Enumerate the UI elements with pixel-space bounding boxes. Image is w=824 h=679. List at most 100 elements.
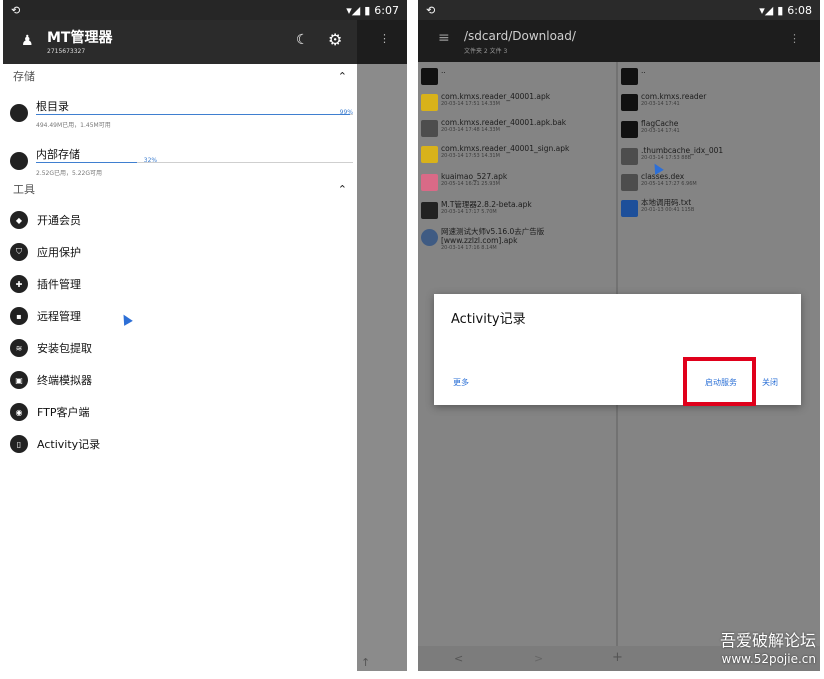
current-path: /sdcard/Download/ [464, 29, 576, 43]
storage-name: 根目录 [36, 100, 69, 113]
app-subtitle: 2715673327 [47, 48, 86, 55]
wifi-signal-icon: ▾◢ [759, 3, 774, 17]
file-item[interactable]: com.kmxs.reader 20-03-14 17:41 [621, 92, 706, 118]
file-item[interactable]: 本地调用码.txt 20-01-13 00:41 115B [621, 198, 694, 224]
file-item[interactable]: M.T管理器2.8.2-beta.apk 20-03-14 17:17 5.70… [421, 200, 532, 226]
tool-item-activity[interactable]: ▯ Activity记录 [3, 428, 357, 460]
storage-detail: 2.52G已用，5.22G可用 [36, 170, 103, 177]
section-storage[interactable]: 存储 ⌃ [3, 64, 357, 88]
file-meta: 20-03-14 17:16 8.14M [441, 245, 497, 251]
file-meta: 20-01-13 00:41 115B [641, 207, 695, 213]
tool-label: 终端模拟器 [37, 374, 92, 387]
mt-app-icon [421, 202, 438, 219]
folder-icon [621, 94, 638, 111]
wifi-icon: ◉ [10, 403, 28, 421]
file-name: kuaimao_527.apk [441, 172, 508, 181]
phone-icon: ▯ [10, 435, 28, 453]
scrim-toolbar: ⋮ [357, 20, 407, 64]
file-item[interactable]: 网速测试大师v5.16.0去广告版[www.zzlzl.com].apk 20-… [421, 227, 571, 261]
file-icon [621, 174, 638, 191]
storage-usage-bar: 99% [36, 109, 353, 116]
file-toolbar: ≡ /sdcard/Download/ 文件夹 2 文件 3 ⋮ [418, 20, 820, 62]
tool-item-plugins[interactable]: ✚ 插件管理 [3, 268, 357, 300]
file-meta: 20-03-14 17:53 88B [641, 155, 692, 161]
left-screen: ⟲ ▾◢ ▮ 6:07 ♟ MT管理器 2715673327 ☾ ⚙ ⋮ 存储 … [3, 0, 407, 671]
drawer-scrim[interactable]: ↑ [357, 64, 407, 671]
tool-label: FTP客户端 [37, 406, 90, 419]
apk-app-icon [421, 94, 438, 111]
file-item[interactable]: kuaimao_527.apk 20-05-14 16:21 25.93M [421, 172, 507, 198]
shield-icon: ⛉ [10, 243, 28, 261]
file-name: com.kmxs.reader_40001.apk [441, 92, 551, 101]
section-tools[interactable]: 工具 ⌃ [3, 177, 357, 201]
tool-item-apk-extract[interactable]: ≋ 安装包提取 [3, 332, 357, 364]
tool-item-remote[interactable]: ▪ 远程管理 [3, 300, 357, 332]
file-meta: 20-03-14 17:48 14.33M [441, 127, 500, 133]
drawer-header: ♟ MT管理器 2715673327 ☾ ⚙ [3, 20, 407, 64]
file-name: .thumbcache_idx_001 [641, 146, 724, 155]
apk-app-icon [421, 146, 438, 163]
file-item[interactable]: flagCache 20-03-14 17:41 [621, 119, 680, 145]
navigation-drawer: 存储 ⌃ 根目录 99% 494.49M已用，1.45M可用 内部存储 32% … [3, 64, 357, 671]
menu-icon[interactable]: ≡ [438, 30, 450, 46]
android-icon: ♟ [21, 33, 34, 49]
dialog-close-button[interactable]: 关闭 [762, 377, 778, 388]
file-meta: 20-03-14 17:17 5.70M [441, 209, 497, 215]
speedtest-app-icon [421, 229, 438, 246]
file-item[interactable]: com.kmxs.reader_40001_sign.apk 20-03-14 … [421, 144, 569, 170]
diamond-icon: ◆ [10, 211, 28, 229]
file-item[interactable]: .. [621, 66, 646, 92]
lock-storage-icon [10, 152, 28, 170]
storage-name: 内部存储 [36, 148, 80, 161]
tool-item-terminal[interactable]: ▣ 终端模拟器 [3, 364, 357, 396]
storage-item-root[interactable]: 根目录 99% 494.49M已用，1.45M可用 [3, 98, 357, 138]
status-time: 6:08 [787, 3, 812, 17]
overflow-menu-icon[interactable]: ⋮ [789, 32, 800, 45]
status-bar: ⟲ ▾◢ ▮ 6:08 [418, 0, 820, 20]
file-icon [421, 120, 438, 137]
section-tools-label: 工具 [13, 183, 35, 196]
add-icon[interactable]: + [612, 650, 623, 665]
tool-label: 插件管理 [37, 278, 81, 291]
tool-label: 远程管理 [37, 310, 81, 323]
file-meta: 20-05-14 16:21 25.93M [441, 181, 500, 187]
layers-icon: ≋ [10, 339, 28, 357]
tool-label: 安装包提取 [37, 342, 92, 355]
forward-arrow-icon[interactable]: > [534, 652, 543, 665]
night-mode-icon[interactable]: ☾ [296, 32, 309, 48]
file-meta: 20-03-14 17:41 [641, 101, 680, 107]
file-meta: 20-05-14 17:27 6.96M [641, 181, 697, 187]
file-name: com.kmxs.reader_40001_sign.apk [441, 144, 570, 153]
tool-item-vip[interactable]: ◆ 开通会员 [3, 204, 357, 236]
folder-icon [421, 68, 438, 85]
dialog-more-button[interactable]: 更多 [453, 377, 469, 388]
file-meta: 20-03-14 17:51 14.33M [441, 101, 500, 107]
file-item[interactable]: .thumbcache_idx_001 20-03-14 17:53 88B [621, 146, 723, 172]
folder-icon [621, 68, 638, 85]
storage-usage-fill [36, 114, 350, 115]
phone-storage-icon [10, 104, 28, 122]
file-item[interactable]: classes.dex 20-05-14 17:27 6.96M [621, 172, 697, 198]
tool-item-app-protect[interactable]: ⛉ 应用保护 [3, 236, 357, 268]
terminal-icon: ▣ [10, 371, 28, 389]
storage-usage-fill [36, 162, 138, 163]
file-name: flagCache [641, 119, 679, 128]
highlight-box [683, 357, 756, 406]
storage-detail: 494.49M已用，1.45M可用 [36, 122, 111, 129]
settings-gear-icon[interactable]: ⚙ [328, 30, 342, 49]
file-item[interactable]: com.kmxs.reader_40001.apk 20-03-14 17:51… [421, 92, 550, 118]
folder-icon [621, 121, 638, 138]
sync-icon: ⟲ [11, 3, 21, 17]
chevron-up-icon: ⌃ [337, 182, 347, 196]
tool-item-ftp[interactable]: ◉ FTP客户端 [3, 396, 357, 428]
back-arrow-icon[interactable]: < [454, 652, 463, 665]
file-item[interactable]: .. [421, 66, 446, 92]
battery-icon: ▮ [777, 3, 784, 17]
watermark: 吾爱破解论坛 www.52pojie.cn [720, 631, 816, 667]
tool-label: 应用保护 [37, 246, 81, 259]
battery-icon: ▮ [364, 3, 371, 17]
file-name: .. [641, 66, 646, 75]
path-summary: 文件夹 2 文件 3 [464, 48, 508, 55]
file-meta: 20-03-14 17:41 [641, 128, 680, 134]
file-item[interactable]: com.kmxs.reader_40001.apk.bak 20-03-14 1… [421, 118, 566, 144]
